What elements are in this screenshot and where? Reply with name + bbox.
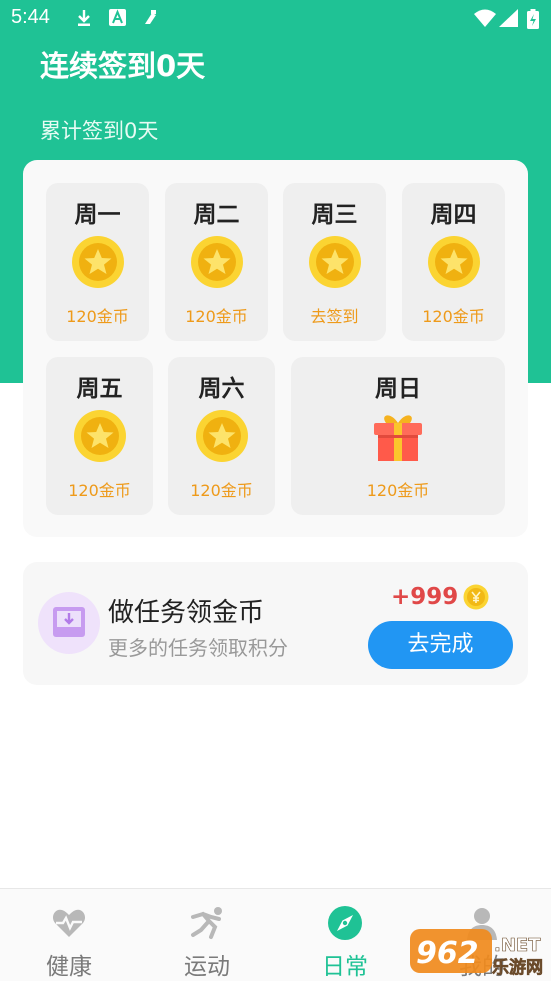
- tab-daily[interactable]: 日常: [276, 889, 414, 981]
- app-notification-icon: [109, 9, 126, 26]
- compass-icon: [328, 906, 362, 940]
- download-icon: [78, 10, 90, 26]
- complete-task-button[interactable]: 去完成: [368, 621, 513, 669]
- day-reward: 120金币: [66, 307, 129, 326]
- day-label: 周三: [311, 202, 358, 228]
- task-title: 做任务领金币: [108, 598, 265, 628]
- gold-coin-icon: [195, 410, 248, 462]
- yen-coin-icon: [463, 584, 489, 610]
- day-label: 周日: [375, 376, 421, 402]
- day-reward: 120金币: [190, 481, 253, 500]
- day-reward: 120金币: [68, 481, 131, 500]
- task-card: 做任务领金币 更多的任务领取积分 +999 去完成: [23, 562, 528, 685]
- day-reward: 120金币: [185, 307, 248, 326]
- tab-label: 运动: [184, 954, 230, 980]
- day-label: 周五: [76, 376, 123, 402]
- gold-coin-icon: [190, 236, 243, 288]
- running-icon: [191, 907, 222, 939]
- day-label: 周四: [430, 202, 477, 228]
- inbox-download-icon: [53, 607, 85, 637]
- task-reward-amount: +999: [391, 584, 459, 610]
- checkin-card: 周一 120金币 周二 120金币 周三 去签到 周四 120金币 周五 120…: [23, 160, 528, 537]
- tab-label: 健康: [46, 954, 92, 980]
- checkin-day-monday[interactable]: 周一 120金币: [46, 183, 149, 341]
- day-reward: 120金币: [366, 481, 430, 500]
- checkin-day-thursday[interactable]: 周四 120金币: [402, 183, 505, 341]
- checkin-day-friday[interactable]: 周五 120金币: [46, 357, 153, 515]
- checkin-day-tuesday[interactable]: 周二 120金币: [165, 183, 268, 341]
- gold-coin-icon: [308, 236, 361, 288]
- notification-badge-icon: [145, 10, 156, 24]
- gold-coin-icon: [71, 236, 124, 288]
- gold-coin-icon: [73, 410, 126, 462]
- streak-title: 连续签到0天: [40, 49, 206, 83]
- checkin-day-saturday[interactable]: 周六 120金币: [168, 357, 275, 515]
- total-checkin-label: 累计签到0天: [40, 119, 159, 143]
- status-bar: 5:44: [0, 0, 551, 36]
- svg-text:.NET: .NET: [494, 935, 541, 956]
- heart-pulse-icon: [52, 909, 86, 937]
- svg-text:乐游网: 乐游网: [492, 957, 543, 977]
- checkin-day-sunday[interactable]: 周日 120金币: [291, 357, 505, 515]
- gift-box-icon: [374, 415, 422, 461]
- battery-icon: [527, 9, 539, 29]
- task-subtitle: 更多的任务领取积分: [108, 636, 288, 660]
- site-watermark-logo: 962 .NET 乐游网: [410, 929, 543, 977]
- day-label: 周二: [193, 202, 240, 228]
- task-icon-background: [38, 592, 100, 654]
- day-label: 周六: [198, 376, 245, 402]
- gold-coin-icon: [427, 236, 480, 288]
- day-label: 周一: [74, 202, 121, 228]
- checkin-action-label[interactable]: 去签到: [283, 303, 386, 327]
- checkin-day-wednesday[interactable]: 周三 去签到: [283, 183, 386, 341]
- wifi-icon: [474, 9, 496, 27]
- status-time: 5:44: [11, 6, 50, 28]
- tab-label: 日常: [322, 954, 368, 980]
- day-reward: 120金币: [422, 307, 485, 326]
- tab-sports[interactable]: 运动: [138, 889, 276, 981]
- tab-health[interactable]: 健康: [0, 889, 138, 981]
- svg-text:962: 962: [416, 936, 479, 971]
- cellular-signal-icon: [499, 9, 518, 27]
